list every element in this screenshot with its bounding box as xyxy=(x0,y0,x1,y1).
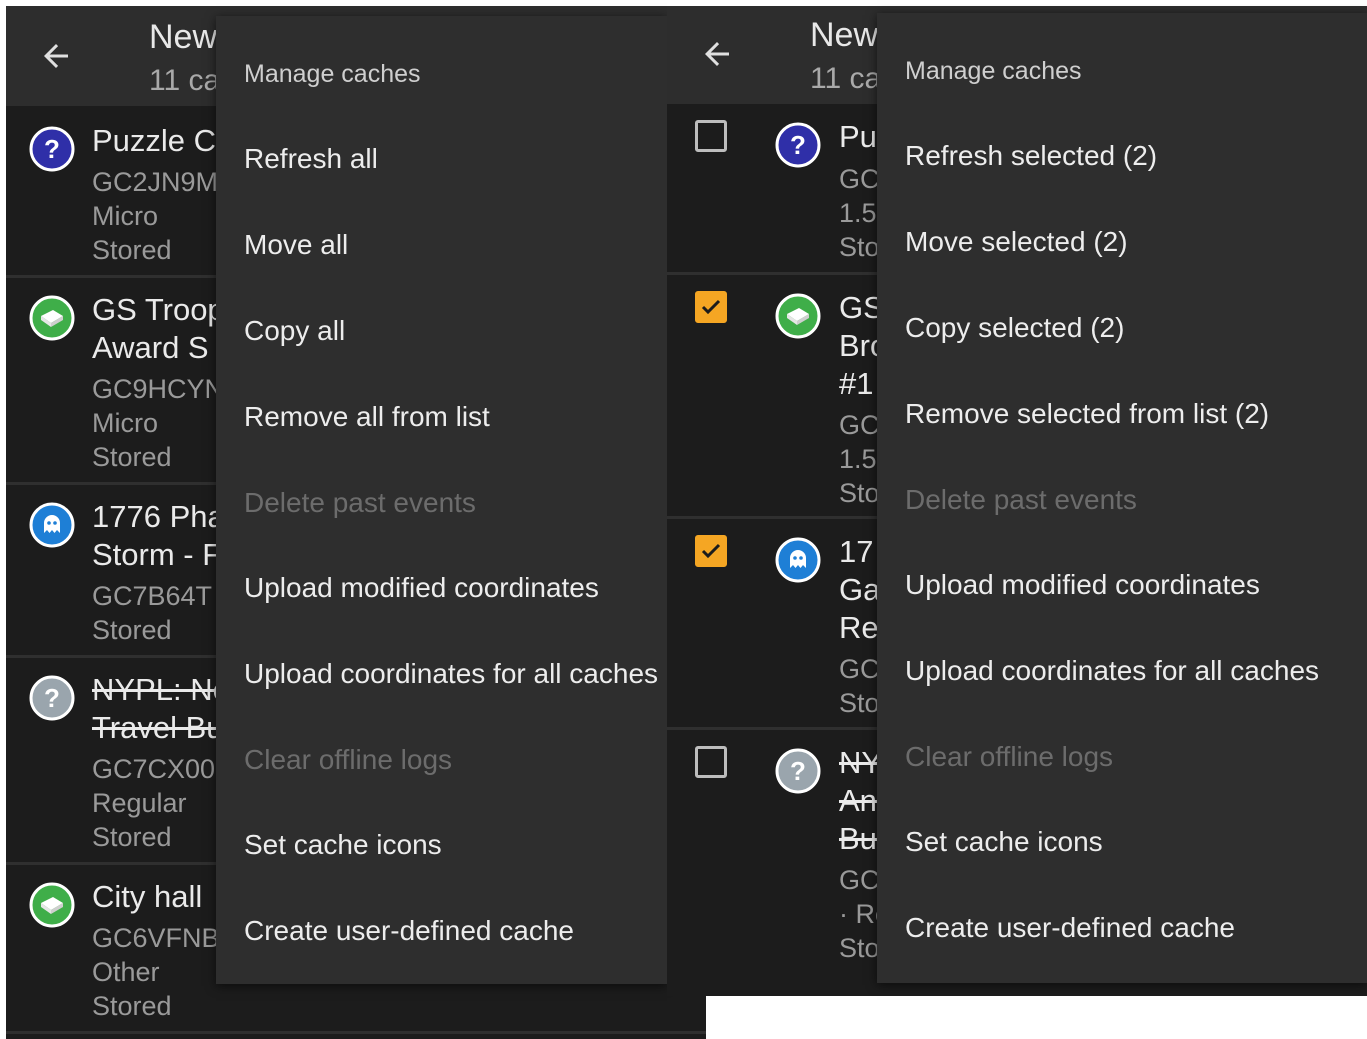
traditional-cache-icon xyxy=(29,295,75,341)
cache-name: Pu xyxy=(839,119,877,154)
traditional-cache-icon xyxy=(775,293,821,339)
cache-status: Stored xyxy=(92,235,172,265)
select-checkbox[interactable] xyxy=(695,291,727,323)
menu-item-refresh-all[interactable]: Refresh all xyxy=(244,143,378,175)
mystery-cache-icon: ? xyxy=(29,675,75,721)
mystery-cache-icon: ? xyxy=(29,126,75,172)
cache-name: 17 xyxy=(839,534,874,569)
cache-name-line2: Travel Bu xyxy=(92,710,224,745)
menu-item-copy-selected[interactable]: Copy selected (2) xyxy=(905,312,1124,344)
menu-item-move-selected[interactable]: Move selected (2) xyxy=(905,226,1128,258)
menu-item-move-all[interactable]: Move all xyxy=(244,229,348,261)
cache-code: GC9HCYN xyxy=(92,374,225,404)
menu-item-remove-selected[interactable]: Remove selected from list (2) xyxy=(905,398,1269,430)
cache-name-line2: An xyxy=(839,783,877,818)
svg-text:?: ? xyxy=(790,130,806,160)
cache-status: Stored xyxy=(92,442,172,472)
traditional-cache-icon xyxy=(29,882,75,928)
mystery-cache-icon: ? xyxy=(775,122,821,168)
cache-name-line2: Ga xyxy=(839,572,881,607)
cache-code: GC6VFNB xyxy=(92,923,220,953)
list-title: New xyxy=(810,16,879,54)
cache-code: GC xyxy=(839,654,880,684)
cache-status: Sto xyxy=(839,478,880,508)
cache-name: City hall xyxy=(92,879,203,914)
svg-text:?: ? xyxy=(44,683,60,713)
svg-text:?: ? xyxy=(44,134,60,164)
cache-name: Puzzle C xyxy=(92,123,217,158)
cache-code: GC xyxy=(839,865,880,895)
select-checkbox[interactable] xyxy=(695,535,727,567)
list-subtitle: 11 ca xyxy=(810,62,882,95)
cache-size: Micro xyxy=(92,408,158,438)
menu-item-set-cache-icons[interactable]: Set cache icons xyxy=(244,829,442,861)
event-cache-icon xyxy=(29,502,75,548)
cache-status: Sto xyxy=(839,933,880,963)
cache-name-line3: #1 xyxy=(839,366,874,401)
cache-status: Stored xyxy=(92,822,172,852)
cache-size: Other xyxy=(92,957,160,987)
cache-name: 1776 Pha xyxy=(92,499,225,534)
menu-item-set-cache-icons[interactable]: Set cache icons xyxy=(905,826,1103,858)
list-subtitle: 11 ca xyxy=(149,64,221,97)
checkmark-icon xyxy=(701,543,721,559)
menu-header: Manage caches xyxy=(905,57,1082,85)
menu-item-upload-modified-coordinates[interactable]: Upload modified coordinates xyxy=(244,572,599,604)
menu-item-copy-all[interactable]: Copy all xyxy=(244,315,345,347)
back-arrow-icon[interactable] xyxy=(38,38,74,74)
cache-name-line3: Re xyxy=(839,610,879,645)
cache-status: Stored xyxy=(92,615,172,645)
mystery-cache-icon: ? xyxy=(775,748,821,794)
cache-size: Regular xyxy=(92,788,187,818)
event-cache-icon xyxy=(775,537,821,583)
menu-item-remove-all[interactable]: Remove all from list xyxy=(244,401,490,433)
menu-item-delete-past-events: Delete past events xyxy=(244,487,476,518)
menu-header: Manage caches xyxy=(244,60,421,88)
checkmark-icon xyxy=(701,299,721,315)
menu-item-create-user-defined-cache[interactable]: Create user-defined cache xyxy=(244,915,574,947)
back-arrow-icon[interactable] xyxy=(699,36,735,72)
svg-text:?: ? xyxy=(790,756,806,786)
cache-code: GC7B64T xyxy=(92,581,213,611)
menu-item-upload-all-coordinates[interactable]: Upload coordinates for all caches xyxy=(244,658,658,690)
menu-item-clear-offline-logs: Clear offline logs xyxy=(905,741,1114,772)
cache-name-line2: Storm - F xyxy=(92,537,222,572)
cache-size: Micro xyxy=(92,201,158,231)
cache-code: GC2JN9M xyxy=(92,167,219,197)
cache-code: GC xyxy=(839,164,880,194)
manage-caches-menu: Manage caches Refresh selected (2) Move … xyxy=(877,13,1367,983)
menu-item-upload-modified-coordinates[interactable]: Upload modified coordinates xyxy=(905,569,1260,601)
cache-name-line2: Award S xyxy=(92,330,209,365)
manage-caches-menu: Manage caches Refresh all Move all Copy … xyxy=(216,16,667,984)
select-checkbox[interactable] xyxy=(695,120,727,152)
menu-item-clear-offline-logs: Clear offline logs xyxy=(244,744,453,775)
cache-name: GS Troop xyxy=(92,292,225,327)
cache-name-line3: Bu xyxy=(839,821,877,856)
cache-status: Sto xyxy=(839,232,880,262)
cache-distance: 1.5 xyxy=(839,198,877,228)
cache-status: Stored xyxy=(92,991,172,1021)
cache-distance: 1.5 xyxy=(839,444,877,474)
menu-item-delete-past-events: Delete past events xyxy=(905,484,1137,515)
menu-item-refresh-selected[interactable]: Refresh selected (2) xyxy=(905,140,1157,172)
cache-status: Sto xyxy=(839,688,880,718)
menu-item-upload-all-coordinates[interactable]: Upload coordinates for all caches xyxy=(905,655,1319,687)
cache-name: NYPL: Ne xyxy=(92,672,230,707)
select-checkbox[interactable] xyxy=(695,746,727,778)
menu-item-create-user-defined-cache[interactable]: Create user-defined cache xyxy=(905,912,1235,944)
cache-code: GC xyxy=(839,410,880,440)
list-title: New xyxy=(149,18,218,56)
cache-code: GC7CX00 xyxy=(92,754,216,784)
cache-name: NY xyxy=(839,745,883,780)
